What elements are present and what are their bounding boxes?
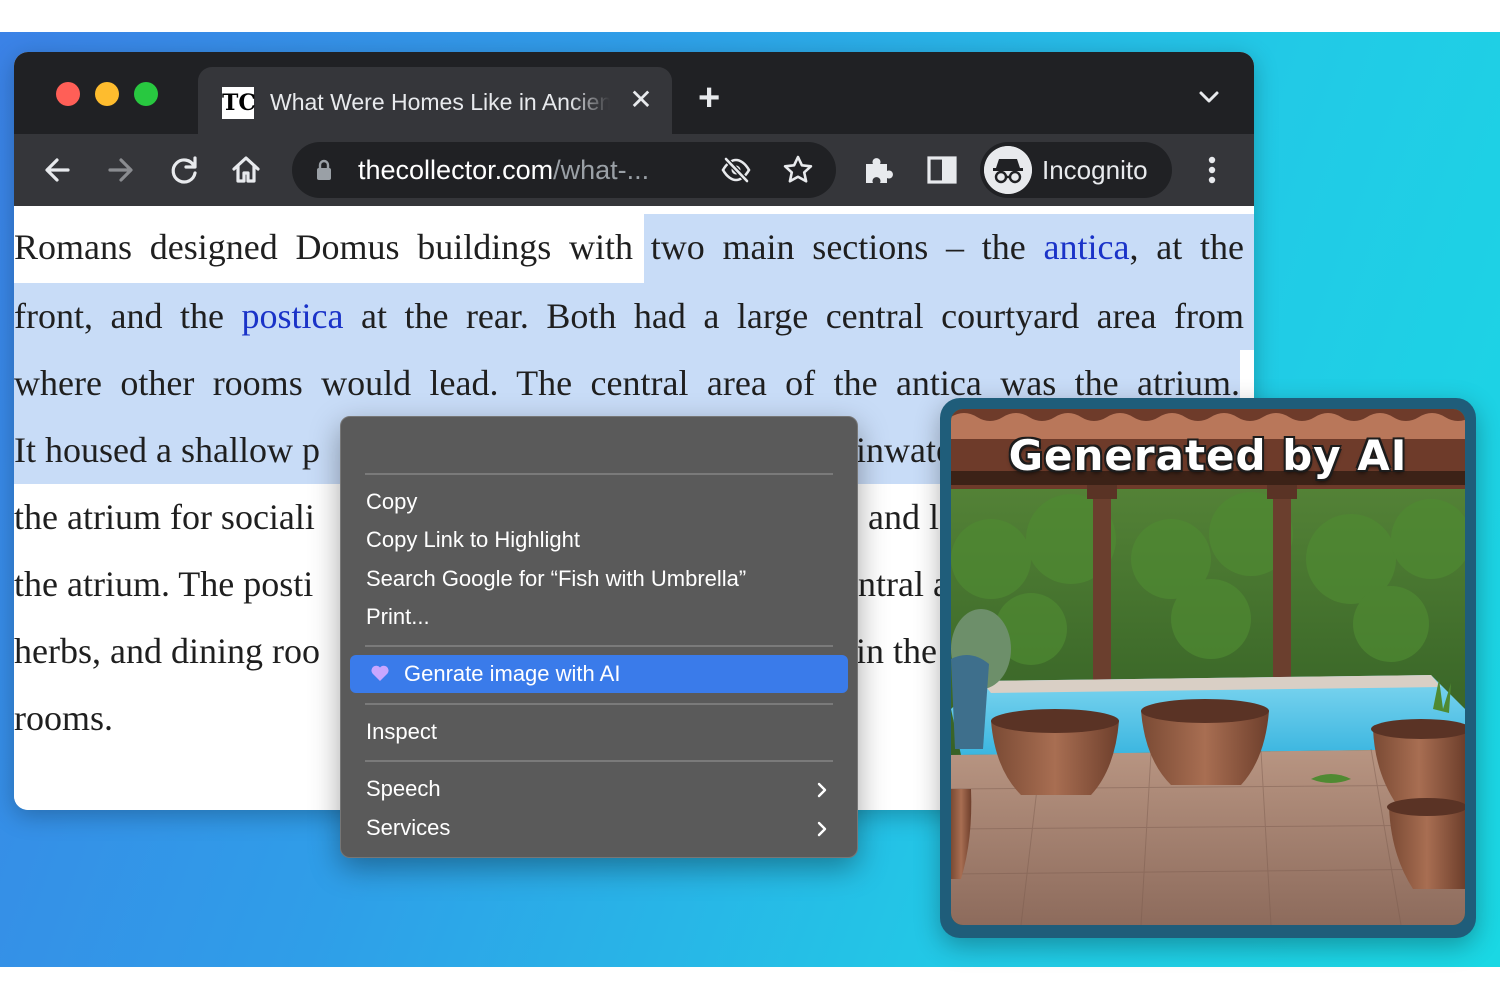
ai-generated-image-card: Generated by AI (940, 398, 1476, 938)
minimize-window-button[interactable] (95, 82, 119, 106)
incognito-icon (984, 146, 1032, 194)
heart-icon (371, 665, 389, 681)
lock-icon (317, 159, 331, 180)
address-bar[interactable]: thecollector.com/what-... (292, 142, 836, 198)
tab-strip: TC What Were Homes Like in Ancient Rome … (14, 52, 1254, 134)
menu-item-print[interactable]: Print... (366, 602, 430, 632)
reload-icon[interactable] (166, 152, 202, 188)
forward-arrow-icon[interactable] (102, 152, 138, 188)
maximize-window-button[interactable] (134, 82, 158, 106)
site-favicon: TC (222, 87, 256, 119)
menu-item-copy-link-to-highlight[interactable]: Copy Link to Highlight (366, 525, 580, 555)
menu-separator (365, 703, 833, 705)
tab-title: What Were Homes Like in Ancient Rome (270, 89, 610, 115)
star-icon[interactable] (782, 154, 814, 186)
menu-item-search-google[interactable]: Search Google for “Fish with Umbrella” (366, 564, 746, 594)
menu-item-inspect[interactable]: Inspect (366, 717, 437, 747)
chevron-right-icon (817, 782, 827, 798)
extensions-puzzle-icon[interactable] (860, 152, 896, 188)
home-icon[interactable] (228, 152, 264, 188)
active-tab[interactable]: TC What Were Homes Like in Ancient Rome … (198, 67, 672, 134)
incognito-profile-button[interactable]: Incognito (980, 142, 1172, 198)
paragraph-line[interactable]: front, and the postica at the rear. Both… (14, 283, 1244, 350)
browser-toolbar: thecollector.com/what-... Incognito (14, 134, 1254, 206)
ai-panel-title: Generated by AI (1008, 431, 1408, 480)
ai-generated-image[interactable]: Generated by AI (951, 409, 1465, 925)
menu-item-copy[interactable]: Copy (366, 487, 417, 517)
menu-item-generate-image-with-ai[interactable]: Genrate image with AI (350, 655, 848, 693)
back-arrow-icon[interactable] (40, 152, 76, 188)
close-icon[interactable]: ✕ (626, 83, 656, 117)
menu-item-label: Genrate image with AI (404, 661, 621, 686)
close-window-button[interactable] (56, 82, 80, 106)
eye-off-icon[interactable] (720, 154, 752, 186)
menu-item-services[interactable]: Services (366, 813, 450, 843)
menu-item-speech[interactable]: Speech (366, 774, 441, 804)
menu-separator (365, 760, 833, 762)
menu-separator (365, 473, 833, 475)
url-text: thecollector.com/what-... (358, 155, 650, 185)
antica-link[interactable]: antica (1044, 227, 1130, 267)
incognito-label: Incognito (1042, 155, 1148, 185)
context-menu: Copy Copy Link to Highlight Search Googl… (340, 416, 858, 858)
chevron-right-icon (817, 821, 827, 837)
new-tab-button[interactable]: + (698, 78, 720, 118)
side-panel-icon[interactable] (924, 152, 960, 188)
paragraph-line[interactable]: Romans designed Domus buildings with two… (14, 214, 1244, 281)
more-menu-icon[interactable] (1194, 152, 1230, 188)
chevron-down-icon[interactable] (1198, 86, 1220, 108)
menu-separator (365, 645, 833, 647)
courtyard-pool-illustration (951, 409, 1465, 925)
postica-link[interactable]: postica (241, 296, 343, 336)
